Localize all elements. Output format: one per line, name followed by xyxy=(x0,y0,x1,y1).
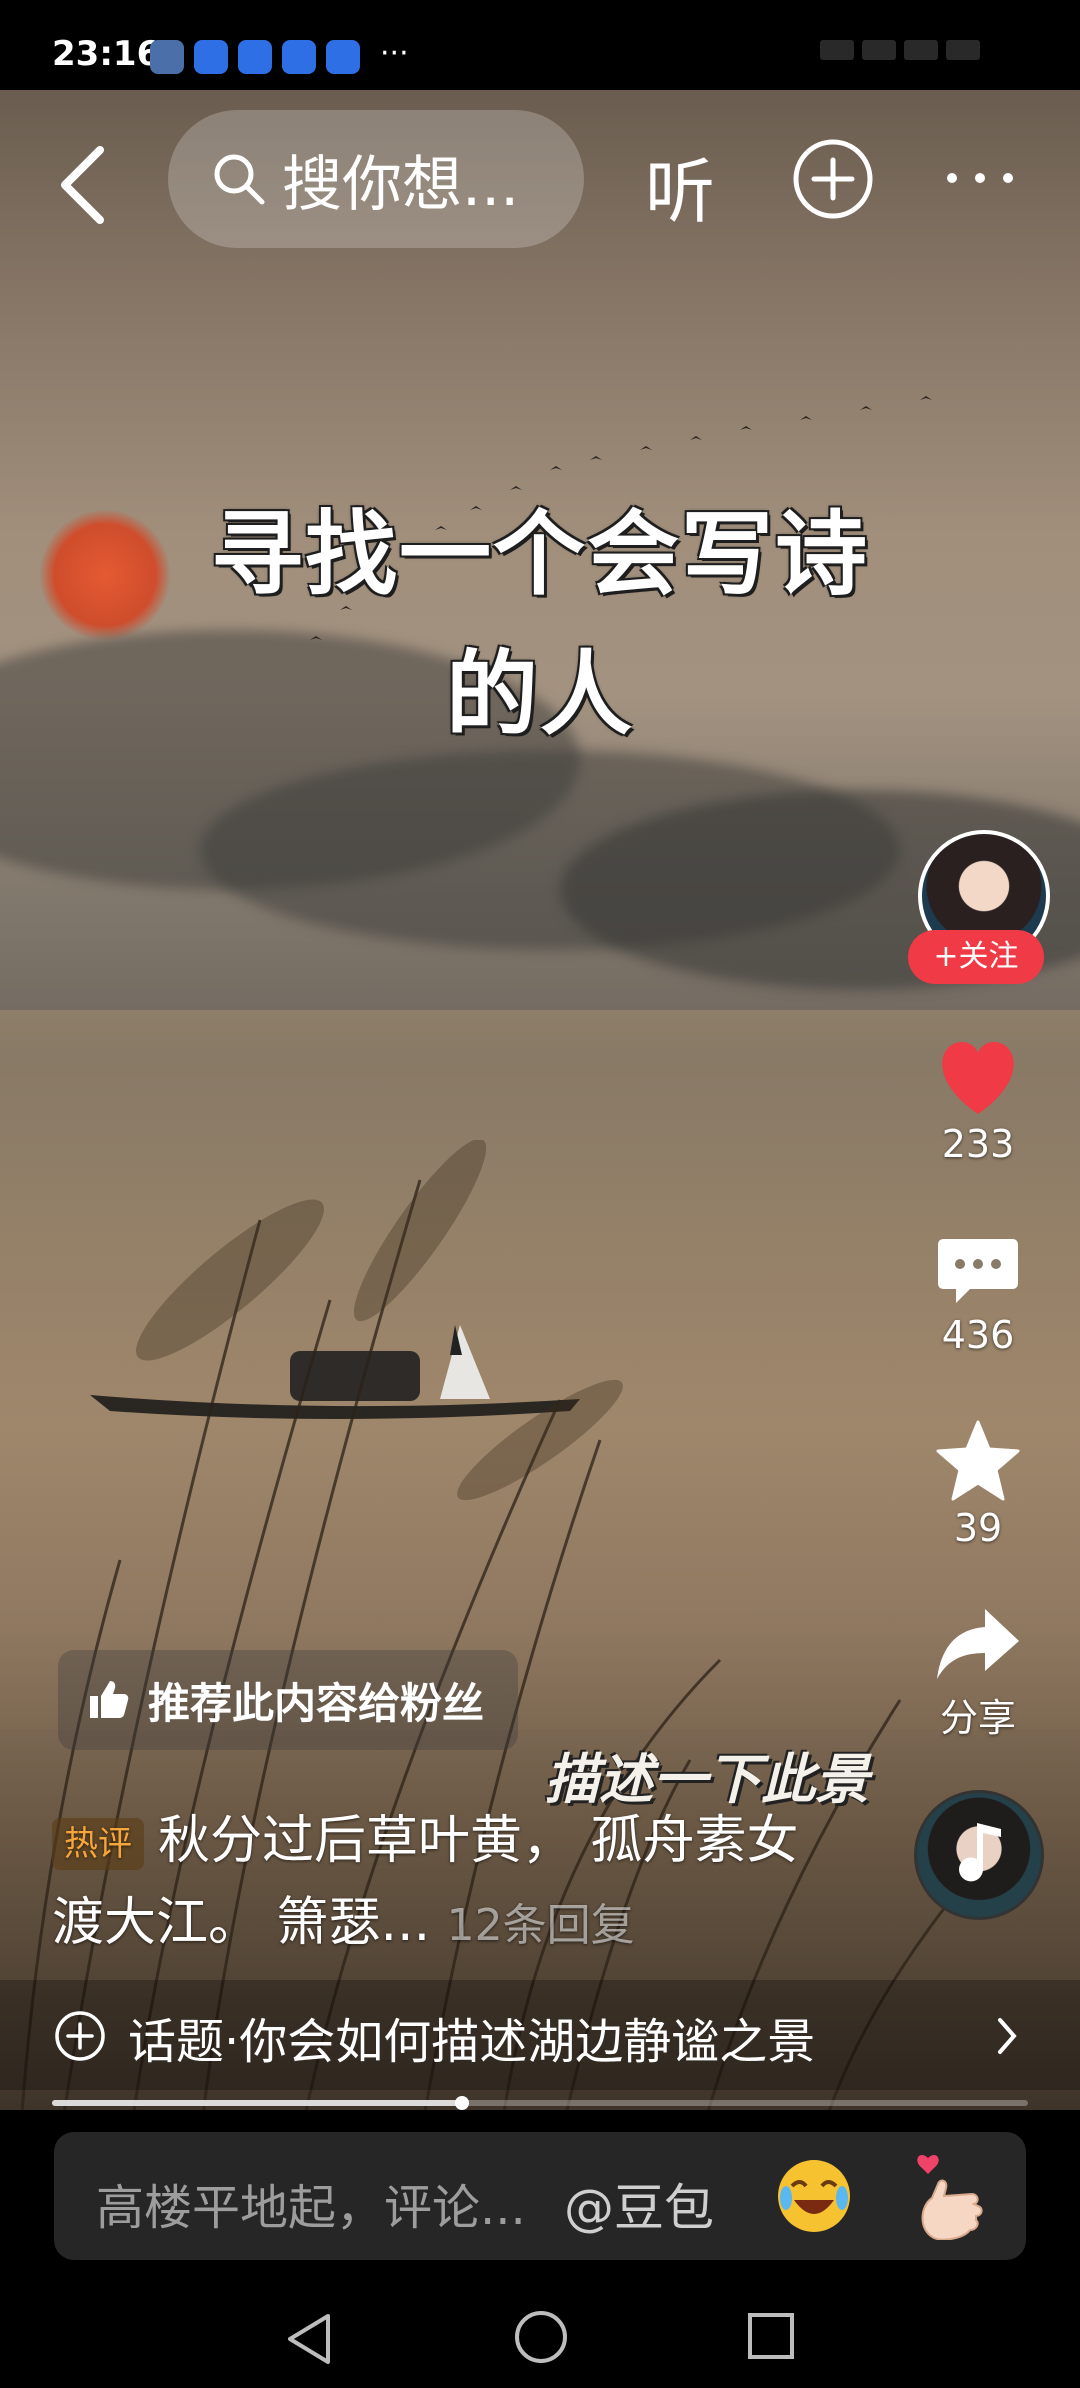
search-icon xyxy=(214,154,265,205)
recommend-to-fans-button[interactable]: 推荐此内容给粉丝 xyxy=(58,1650,518,1750)
hot-comment-text: 秋分过后草叶黄， 孤舟素女渡大江。 箫瑟... xyxy=(52,1811,799,1953)
recommend-label: 推荐此内容给粉丝 xyxy=(148,1678,485,1728)
hot-comment-tag: 热评 xyxy=(52,1818,144,1870)
status-time: 23:16 xyxy=(52,34,161,74)
comment-icon xyxy=(938,1239,1018,1303)
share-button[interactable]: 分享 xyxy=(908,1605,1048,1742)
video-title-line2: 的人 xyxy=(445,641,634,748)
app-notification-icon xyxy=(150,40,184,74)
progress-handle[interactable] xyxy=(454,2096,469,2110)
chevron-right-icon xyxy=(998,2018,1017,2054)
favorite-button[interactable]: 39 xyxy=(908,1420,1048,1550)
more-icon[interactable] xyxy=(940,138,1020,218)
app-notification-icon xyxy=(194,40,228,74)
topic-bar[interactable]: 话题·你会如何描述湖边静谧之景 xyxy=(0,1980,1080,2090)
top-bar: 搜你想... 听 xyxy=(0,110,1080,250)
topic-add-icon xyxy=(55,2011,105,2061)
comment-input[interactable]: 高楼平地起，评论... @豆包 xyxy=(54,2132,1026,2260)
mention-button[interactable]: @豆包 xyxy=(564,2168,714,2240)
app-notification-icon xyxy=(326,40,360,74)
heart-icon xyxy=(942,1042,1014,1114)
finger-heart-emoji-icon[interactable] xyxy=(914,2150,994,2240)
app-notification-icon xyxy=(238,40,272,74)
comment-count: 436 xyxy=(941,1313,1015,1357)
reply-count[interactable]: 12条回复 xyxy=(447,1900,635,1951)
music-note-icon xyxy=(959,1823,1001,1882)
search-input[interactable]: 搜你想... xyxy=(168,110,584,248)
progress-fill xyxy=(52,2100,462,2106)
notification-icons: ··· xyxy=(150,36,409,74)
app-notification-icon xyxy=(282,40,316,74)
nav-recents-icon[interactable] xyxy=(745,2310,797,2362)
thumbs-up-icon xyxy=(90,1681,129,1718)
music-disc[interactable] xyxy=(914,1790,1044,1920)
comment-button[interactable]: 436 xyxy=(908,1235,1048,1357)
back-icon[interactable] xyxy=(50,140,120,230)
status-bar: 23:16 ··· xyxy=(0,0,1080,90)
follow-button[interactable]: +关注 xyxy=(908,930,1044,984)
more-notifications-icon: ··· xyxy=(380,35,409,71)
comment-placeholder: 高楼平地起，评论... xyxy=(96,2180,526,2236)
video-title-line1: 寻找一个会写诗 xyxy=(210,501,869,608)
share-label: 分享 xyxy=(939,1696,1016,1740)
favorite-count: 39 xyxy=(953,1506,1003,1550)
system-nav-bar xyxy=(0,2290,1080,2388)
laughing-emoji-icon[interactable] xyxy=(774,2156,854,2236)
listen-button[interactable]: 听 xyxy=(645,136,715,237)
like-count: 233 xyxy=(941,1122,1015,1166)
like-button[interactable]: 233 xyxy=(908,1040,1048,1166)
search-placeholder: 搜你想... xyxy=(282,149,520,220)
star-icon xyxy=(936,1420,1020,1501)
nav-back-icon[interactable] xyxy=(282,2310,336,2368)
add-icon[interactable] xyxy=(792,138,874,220)
hot-comment[interactable]: 热评 秋分过后草叶黄， 孤舟素女渡大江。 箫瑟... 12条回复 xyxy=(52,1800,812,1967)
system-status-icons xyxy=(820,40,1020,72)
topic-label: 话题·你会如何描述湖边静谧之景 xyxy=(128,2014,816,2070)
share-icon xyxy=(937,1609,1019,1679)
playback-progress[interactable] xyxy=(52,2096,1028,2110)
nav-home-icon[interactable] xyxy=(512,2308,570,2366)
